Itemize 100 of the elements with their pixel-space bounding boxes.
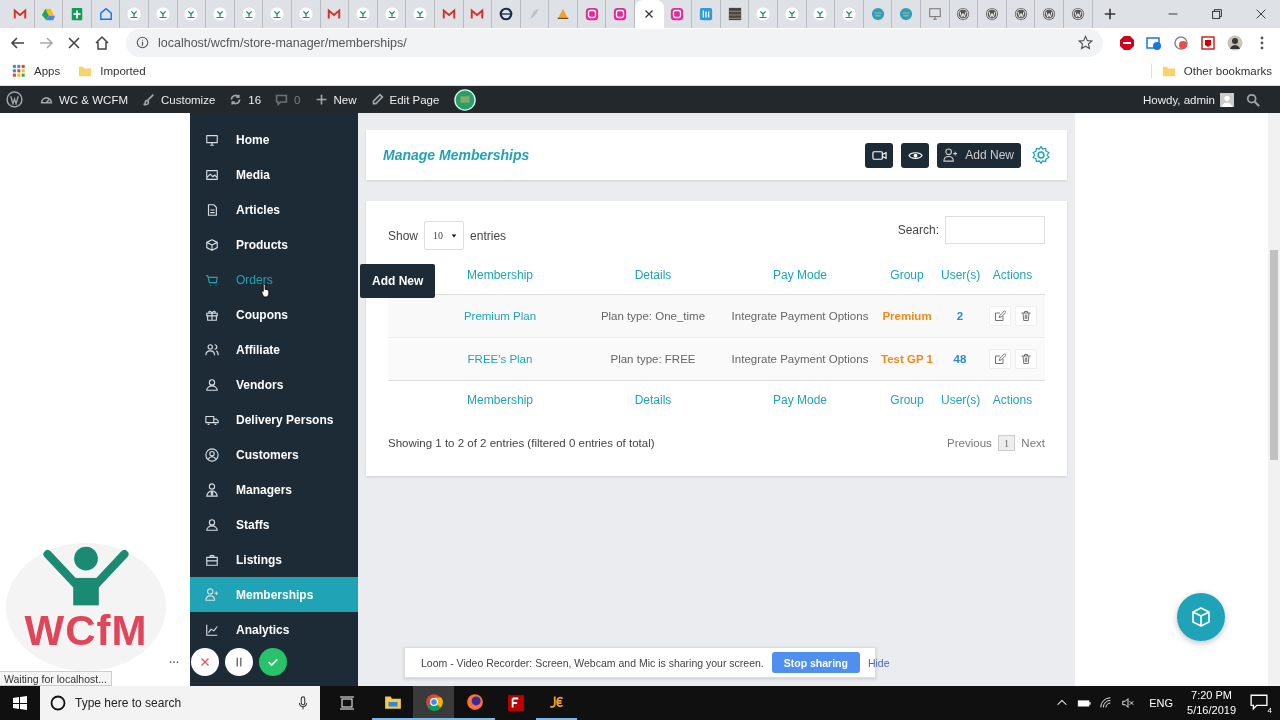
spreadsheet-icon [70, 7, 84, 21]
badge-icon [784, 7, 799, 21]
sidebar-item[interactable]: Analytics [190, 612, 358, 647]
task-view-icon[interactable] [339, 695, 355, 711]
comment-icon [275, 93, 289, 106]
notifications-button[interactable]: 4 [1250, 693, 1270, 713]
forward-icon[interactable] [38, 34, 54, 51]
avatar-icon[interactable] [1227, 34, 1243, 51]
view-button[interactable] [901, 142, 930, 168]
circle-logo-icon[interactable] [6, 91, 23, 108]
bookmark[interactable]: Imported [78, 64, 146, 78]
sidebar-item[interactable]: Products [190, 227, 358, 262]
badge-icon [241, 7, 256, 21]
maximize-icon[interactable] [1210, 7, 1224, 21]
bookmark[interactable]: Other bookmarks [1150, 64, 1280, 78]
sidebar-item[interactable]: Delivery Persons [190, 402, 358, 437]
taskbar-app[interactable] [413, 686, 454, 720]
edit-button[interactable] [988, 349, 1011, 369]
badge-icon [298, 7, 313, 21]
monitor-icon [205, 132, 219, 147]
page-button[interactable]: 1 [997, 435, 1016, 451]
bookmark[interactable]: Apps [12, 64, 61, 78]
table-cell: Plan type: FREE [580, 337, 726, 381]
delete-button[interactable] [1014, 349, 1037, 369]
star-icon[interactable] [1078, 35, 1093, 50]
sidebar-item[interactable]: Staffs [190, 507, 358, 542]
video-button[interactable] [865, 142, 894, 168]
admin-bar-item[interactable]: Edit Page [363, 93, 447, 106]
circle-logo-icon [956, 7, 971, 21]
sidebar-item[interactable]: Orders [190, 262, 358, 297]
group-cell: Test GP 1 [874, 337, 940, 381]
folder-icon [78, 64, 93, 78]
camera-icon[interactable] [1146, 34, 1162, 51]
admin-bar-item[interactable]: 16 [222, 93, 269, 106]
delete-button[interactable] [1014, 306, 1037, 326]
page-size-select[interactable]: 10 [424, 221, 465, 250]
globe-icon [870, 7, 885, 21]
app-icon [547, 693, 566, 711]
search-field[interactable] [945, 215, 1045, 244]
sidebar-item[interactable]: Home [190, 122, 358, 157]
monitor-icon [927, 7, 942, 21]
shield-icon[interactable] [1200, 34, 1216, 51]
badge-icon [384, 7, 399, 21]
column-footer: Pay Mode [726, 380, 874, 419]
clock[interactable]: 7:20 PM 5/16/2019 [1187, 688, 1236, 718]
badge-icon [127, 7, 142, 21]
image-icon [727, 7, 742, 21]
hide-link[interactable]: Hide [867, 656, 890, 669]
new-tab-icon[interactable] [1102, 7, 1117, 21]
sidebar-item[interactable]: Articles [190, 192, 358, 227]
sidebar-item[interactable]: Coupons [190, 297, 358, 332]
stop-sign-icon[interactable] [1119, 34, 1135, 51]
app-icon [613, 7, 628, 21]
home-icon[interactable] [94, 34, 110, 51]
record-icon[interactable] [1173, 34, 1189, 51]
muted-speaker-icon[interactable] [1121, 696, 1136, 710]
language-indicator[interactable]: ENG [1149, 697, 1174, 709]
show-label: Show [388, 228, 419, 243]
search-icon[interactable] [1246, 92, 1260, 107]
admin-bar-item[interactable]: WC & WCFM [33, 93, 135, 106]
admin-bar-item[interactable]: New [307, 93, 364, 106]
sidebar-item[interactable]: Affiliate [190, 332, 358, 367]
users-link[interactable]: 2 [940, 294, 980, 338]
user-tie-icon [205, 482, 219, 497]
apps-grid-icon [12, 64, 26, 78]
edit-icon [993, 310, 1006, 322]
table-info: Showing 1 to 2 of 2 entries (filtered 0 entries of total) [388, 437, 655, 449]
sidebar-item[interactable]: Managers [190, 472, 358, 507]
table-cell: Integrate Payment Options [726, 337, 874, 381]
sidebar-item[interactable]: Vendors [190, 367, 358, 402]
admin-bar-item[interactable]: Customize [135, 93, 223, 106]
user-icon [205, 517, 219, 532]
cart-icon [205, 272, 219, 287]
folder-icon [1161, 64, 1176, 78]
edit-button[interactable] [988, 306, 1011, 326]
settings-icon[interactable] [1031, 145, 1051, 165]
plus-icon [314, 93, 328, 106]
add-new-button[interactable]: Add New [937, 142, 1021, 168]
scrollbar[interactable] [1268, 113, 1280, 686]
sail-icon [556, 7, 571, 21]
next-link[interactable]: Next [1021, 437, 1045, 449]
sidebar-item[interactable]: Customers [190, 437, 358, 472]
avatar-icon[interactable] [454, 88, 477, 111]
account-menu[interactable]: Howdy, admin [1143, 92, 1234, 107]
chart-icon [205, 622, 219, 637]
stop-icon[interactable] [66, 34, 82, 51]
previous-link[interactable]: Previous [947, 437, 992, 449]
circle-logo-icon [1070, 7, 1085, 21]
edit-icon [993, 353, 1006, 365]
sidebar-item[interactable]: Media [190, 157, 358, 192]
back-icon[interactable] [10, 34, 26, 51]
user-plus-icon [205, 587, 219, 602]
windows-icon[interactable] [12, 695, 28, 711]
document-icon [205, 202, 219, 217]
sidebar-item[interactable]: Listings [190, 542, 358, 577]
users-link[interactable]: 48 [940, 337, 980, 381]
address-bar[interactable]: localhost/wcfm/store-manager/memberships/ [126, 28, 1103, 57]
taskbar-search-field[interactable]: Type here to search [40, 686, 320, 720]
browser-logo-icon [424, 693, 443, 711]
close-icon[interactable] [1254, 7, 1268, 21]
